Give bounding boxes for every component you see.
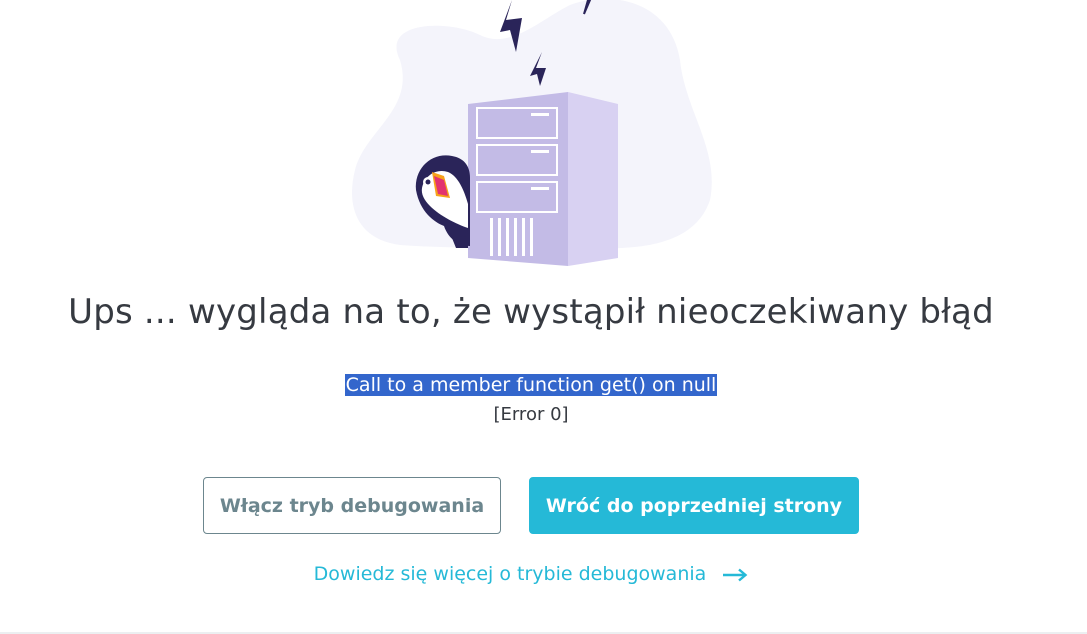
- server-puffin-illustration: [352, 0, 712, 266]
- enable-debug-button-label: Włącz tryb debugowania: [219, 494, 485, 517]
- server-side: [568, 92, 618, 266]
- back-to-previous-page-button[interactable]: Wróć do poprzedniej strony: [529, 477, 859, 534]
- enable-debug-button[interactable]: Włącz tryb debugowania: [203, 477, 501, 534]
- learn-more-link-label: Dowiedz się więcej o trybie debugowania: [313, 563, 707, 585]
- error-message: Call to a member function get() on null: [0, 370, 1062, 400]
- learn-more-debug-link[interactable]: Dowiedz się więcej o trybie debugowania: [0, 559, 1062, 589]
- error-page: Ups ... wygląda na to, że wystąpił nieoc…: [0, 0, 1087, 634]
- page-title: Ups ... wygląda na to, że wystąpił nieoc…: [68, 292, 994, 332]
- arrow-right-icon: [723, 568, 748, 581]
- error-message-text: Call to a member function get() on null: [344, 374, 718, 396]
- back-button-label: Wróć do poprzedniej strony: [545, 494, 843, 517]
- error-code: [Error 0]: [493, 404, 569, 425]
- server-front: [468, 92, 568, 266]
